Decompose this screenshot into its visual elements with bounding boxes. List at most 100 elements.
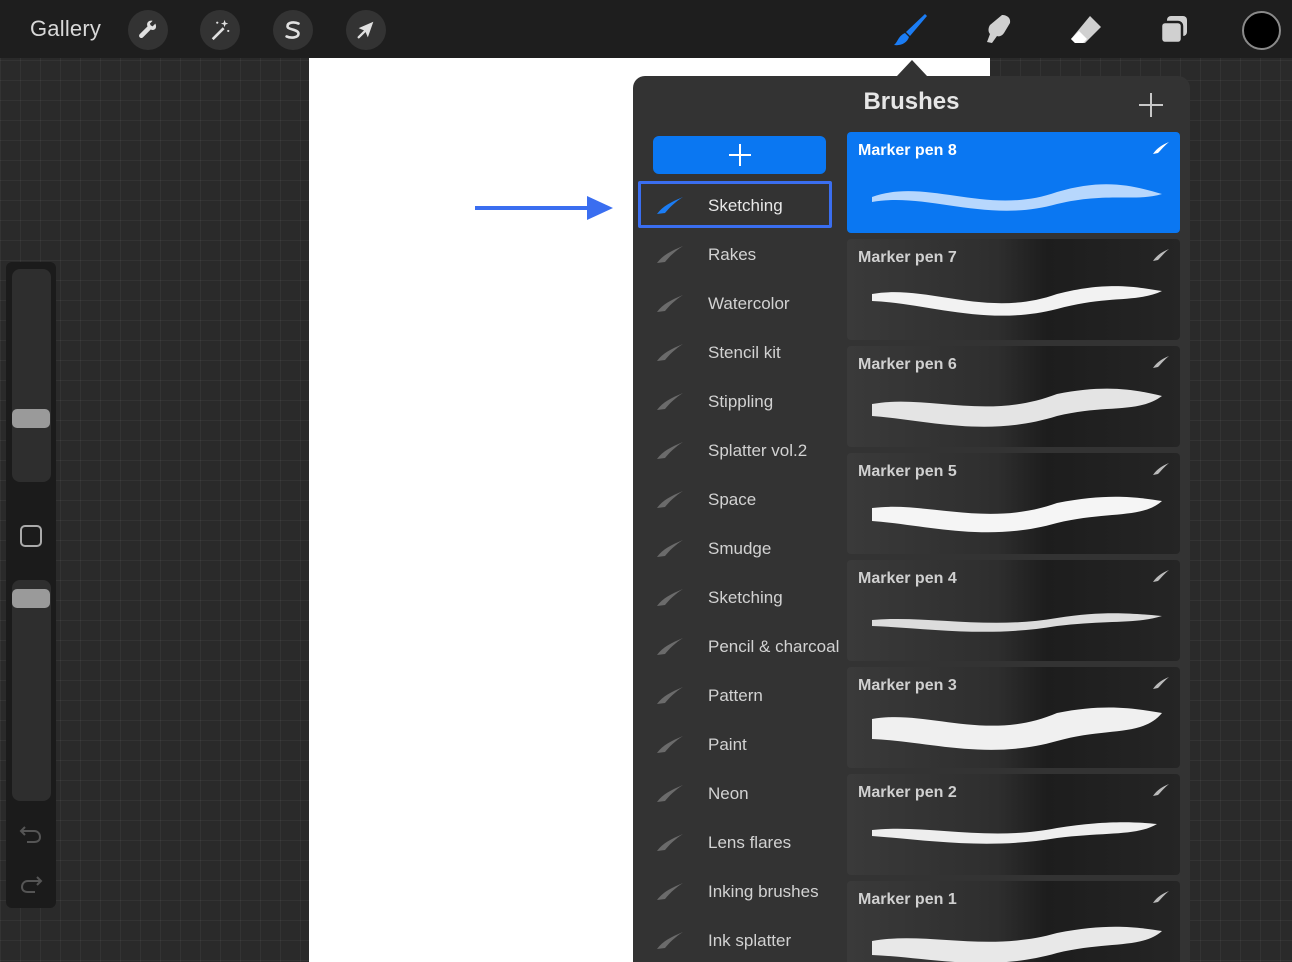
- brush-name: Marker pen 7: [858, 249, 957, 266]
- brush-set-stroke-icon: [655, 390, 685, 417]
- opacity-slider-thumb[interactable]: [12, 589, 50, 608]
- selection-s-icon[interactable]: [273, 10, 313, 50]
- brush-set-label: Rakes: [708, 244, 757, 264]
- brush-set-label: Smudge: [708, 538, 772, 558]
- brush-set-stroke-icon: [655, 586, 685, 613]
- brush-size-slider-thumb[interactable]: [12, 409, 50, 428]
- add-brush-icon[interactable]: [1136, 90, 1166, 120]
- brush-set-item[interactable]: Smudge: [633, 524, 843, 573]
- plus-icon: [728, 144, 751, 166]
- brush-set-list: Sketching Rakes Watercolor Stencil kit S…: [633, 181, 843, 962]
- brush-name: Marker pen 1: [858, 891, 957, 908]
- brush-stroke-icon: [1152, 248, 1170, 267]
- brush-stroke-icon: [1152, 890, 1170, 909]
- brush-set-item[interactable]: Watercolor: [633, 279, 843, 328]
- brush-set-item[interactable]: Sketching: [633, 573, 843, 622]
- brush-set-label: Ink splatter: [708, 930, 792, 950]
- left-sidebar: [6, 262, 56, 908]
- brush-set-label: Space: [708, 489, 757, 509]
- brush-stroke-icon: [1152, 676, 1170, 695]
- brush-stroke-icon: [1152, 783, 1170, 802]
- annotation-arrow-icon: [475, 195, 615, 228]
- brush-stroke-preview: [872, 184, 1162, 211]
- brush-set-label: Stippling: [708, 391, 774, 411]
- brush-set-stroke-icon: [655, 292, 685, 319]
- brush-set-label: Pencil & charcoal: [708, 636, 840, 656]
- brush-set-item[interactable]: Neon: [633, 769, 843, 818]
- brush-item[interactable]: Marker pen 4: [847, 560, 1180, 661]
- brush-stroke-icon: [1152, 569, 1170, 588]
- brush-set-item[interactable]: Ink splatter: [633, 916, 843, 962]
- brush-set-stroke-icon: [655, 635, 685, 662]
- layers-icon[interactable]: [1153, 10, 1195, 50]
- brush-stroke-icon: [1152, 462, 1170, 481]
- brush-stroke-preview: [872, 926, 1162, 962]
- gallery-button[interactable]: Gallery: [30, 16, 101, 42]
- brush-set-label: Sketching: [708, 195, 783, 215]
- brush-name: Marker pen 4: [858, 570, 957, 587]
- brush-item[interactable]: Marker pen 5: [847, 453, 1180, 554]
- brush-list: Marker pen 8 Marker pen 7 Marker pen 6 M…: [847, 132, 1180, 962]
- brush-set-stroke-icon: [655, 929, 685, 956]
- brush-stroke-preview: [872, 822, 1157, 844]
- brush-set-label: Lens flares: [708, 832, 792, 852]
- brush-set-stroke-icon: [655, 537, 685, 564]
- brush-set-item[interactable]: Inking brushes: [633, 867, 843, 916]
- brush-size-slider[interactable]: [12, 269, 51, 482]
- brush-stroke-preview: [872, 613, 1162, 632]
- opacity-slider[interactable]: [12, 580, 51, 801]
- brush-name: Marker pen 6: [858, 356, 957, 373]
- brush-library-panel: Brushes Sketching Rakes Watercolor Stenc…: [633, 76, 1190, 962]
- brush-set-stroke-icon: [655, 341, 685, 368]
- brush-set-item[interactable]: Splatter vol.2: [633, 426, 843, 475]
- brush-stroke-preview: [872, 388, 1162, 427]
- brush-set-item[interactable]: Stippling: [633, 377, 843, 426]
- add-brush-set-button[interactable]: [653, 136, 826, 174]
- wrench-icon[interactable]: [128, 10, 168, 50]
- brush-item[interactable]: Marker pen 6: [847, 346, 1180, 447]
- brush-set-item[interactable]: Pencil & charcoal: [633, 622, 843, 671]
- smudge-icon[interactable]: [977, 10, 1019, 50]
- brush-set-stroke-icon: [655, 684, 685, 711]
- brush-name: Marker pen 8: [858, 142, 957, 159]
- brush-item[interactable]: Marker pen 3: [847, 667, 1180, 768]
- brush-name: Marker pen 3: [858, 677, 957, 694]
- brush-item[interactable]: Marker pen 2: [847, 774, 1180, 875]
- brush-set-label: Watercolor: [708, 293, 790, 313]
- brush-stroke-icon: [1152, 141, 1170, 160]
- brush-set-item[interactable]: Rakes: [633, 230, 843, 279]
- color-picker-swatch[interactable]: [1242, 11, 1281, 50]
- brush-stroke-preview: [872, 286, 1162, 316]
- brush-set-label: Sketching: [708, 587, 783, 607]
- eraser-icon[interactable]: [1065, 10, 1107, 50]
- brush-set-stroke-icon: [655, 194, 685, 221]
- brush-set-stroke-icon: [655, 831, 685, 858]
- brush-icon[interactable]: [889, 10, 931, 50]
- brush-set-label: Inking brushes: [708, 881, 819, 901]
- brush-set-item[interactable]: Pattern: [633, 671, 843, 720]
- panel-pointer: [897, 60, 927, 76]
- brush-set-item[interactable]: Lens flares: [633, 818, 843, 867]
- brush-set-label: Paint: [708, 734, 747, 754]
- transform-arrow-icon[interactable]: [346, 10, 386, 50]
- undo-icon[interactable]: [19, 822, 43, 849]
- brush-set-label: Splatter vol.2: [708, 440, 808, 460]
- modify-button[interactable]: [20, 525, 42, 547]
- brush-set-label: Neon: [708, 783, 749, 803]
- top-toolbar: Gallery: [0, 0, 1292, 58]
- brush-set-stroke-icon: [655, 439, 685, 466]
- brush-set-label: Pattern: [708, 685, 763, 705]
- brush-item[interactable]: Marker pen 7: [847, 239, 1180, 340]
- magic-wand-icon[interactable]: [200, 10, 240, 50]
- brush-item[interactable]: Marker pen 1: [847, 881, 1180, 962]
- redo-icon[interactable]: [19, 872, 43, 899]
- panel-title: Brushes: [863, 88, 960, 115]
- brush-set-item[interactable]: Paint: [633, 720, 843, 769]
- brush-stroke-preview: [872, 707, 1162, 750]
- brush-set-item[interactable]: Sketching: [633, 181, 843, 230]
- brush-set-stroke-icon: [655, 880, 685, 907]
- brush-set-item[interactable]: Space: [633, 475, 843, 524]
- brush-set-item[interactable]: Stencil kit: [633, 328, 843, 377]
- brush-item[interactable]: Marker pen 8: [847, 132, 1180, 233]
- brush-name: Marker pen 2: [858, 784, 957, 801]
